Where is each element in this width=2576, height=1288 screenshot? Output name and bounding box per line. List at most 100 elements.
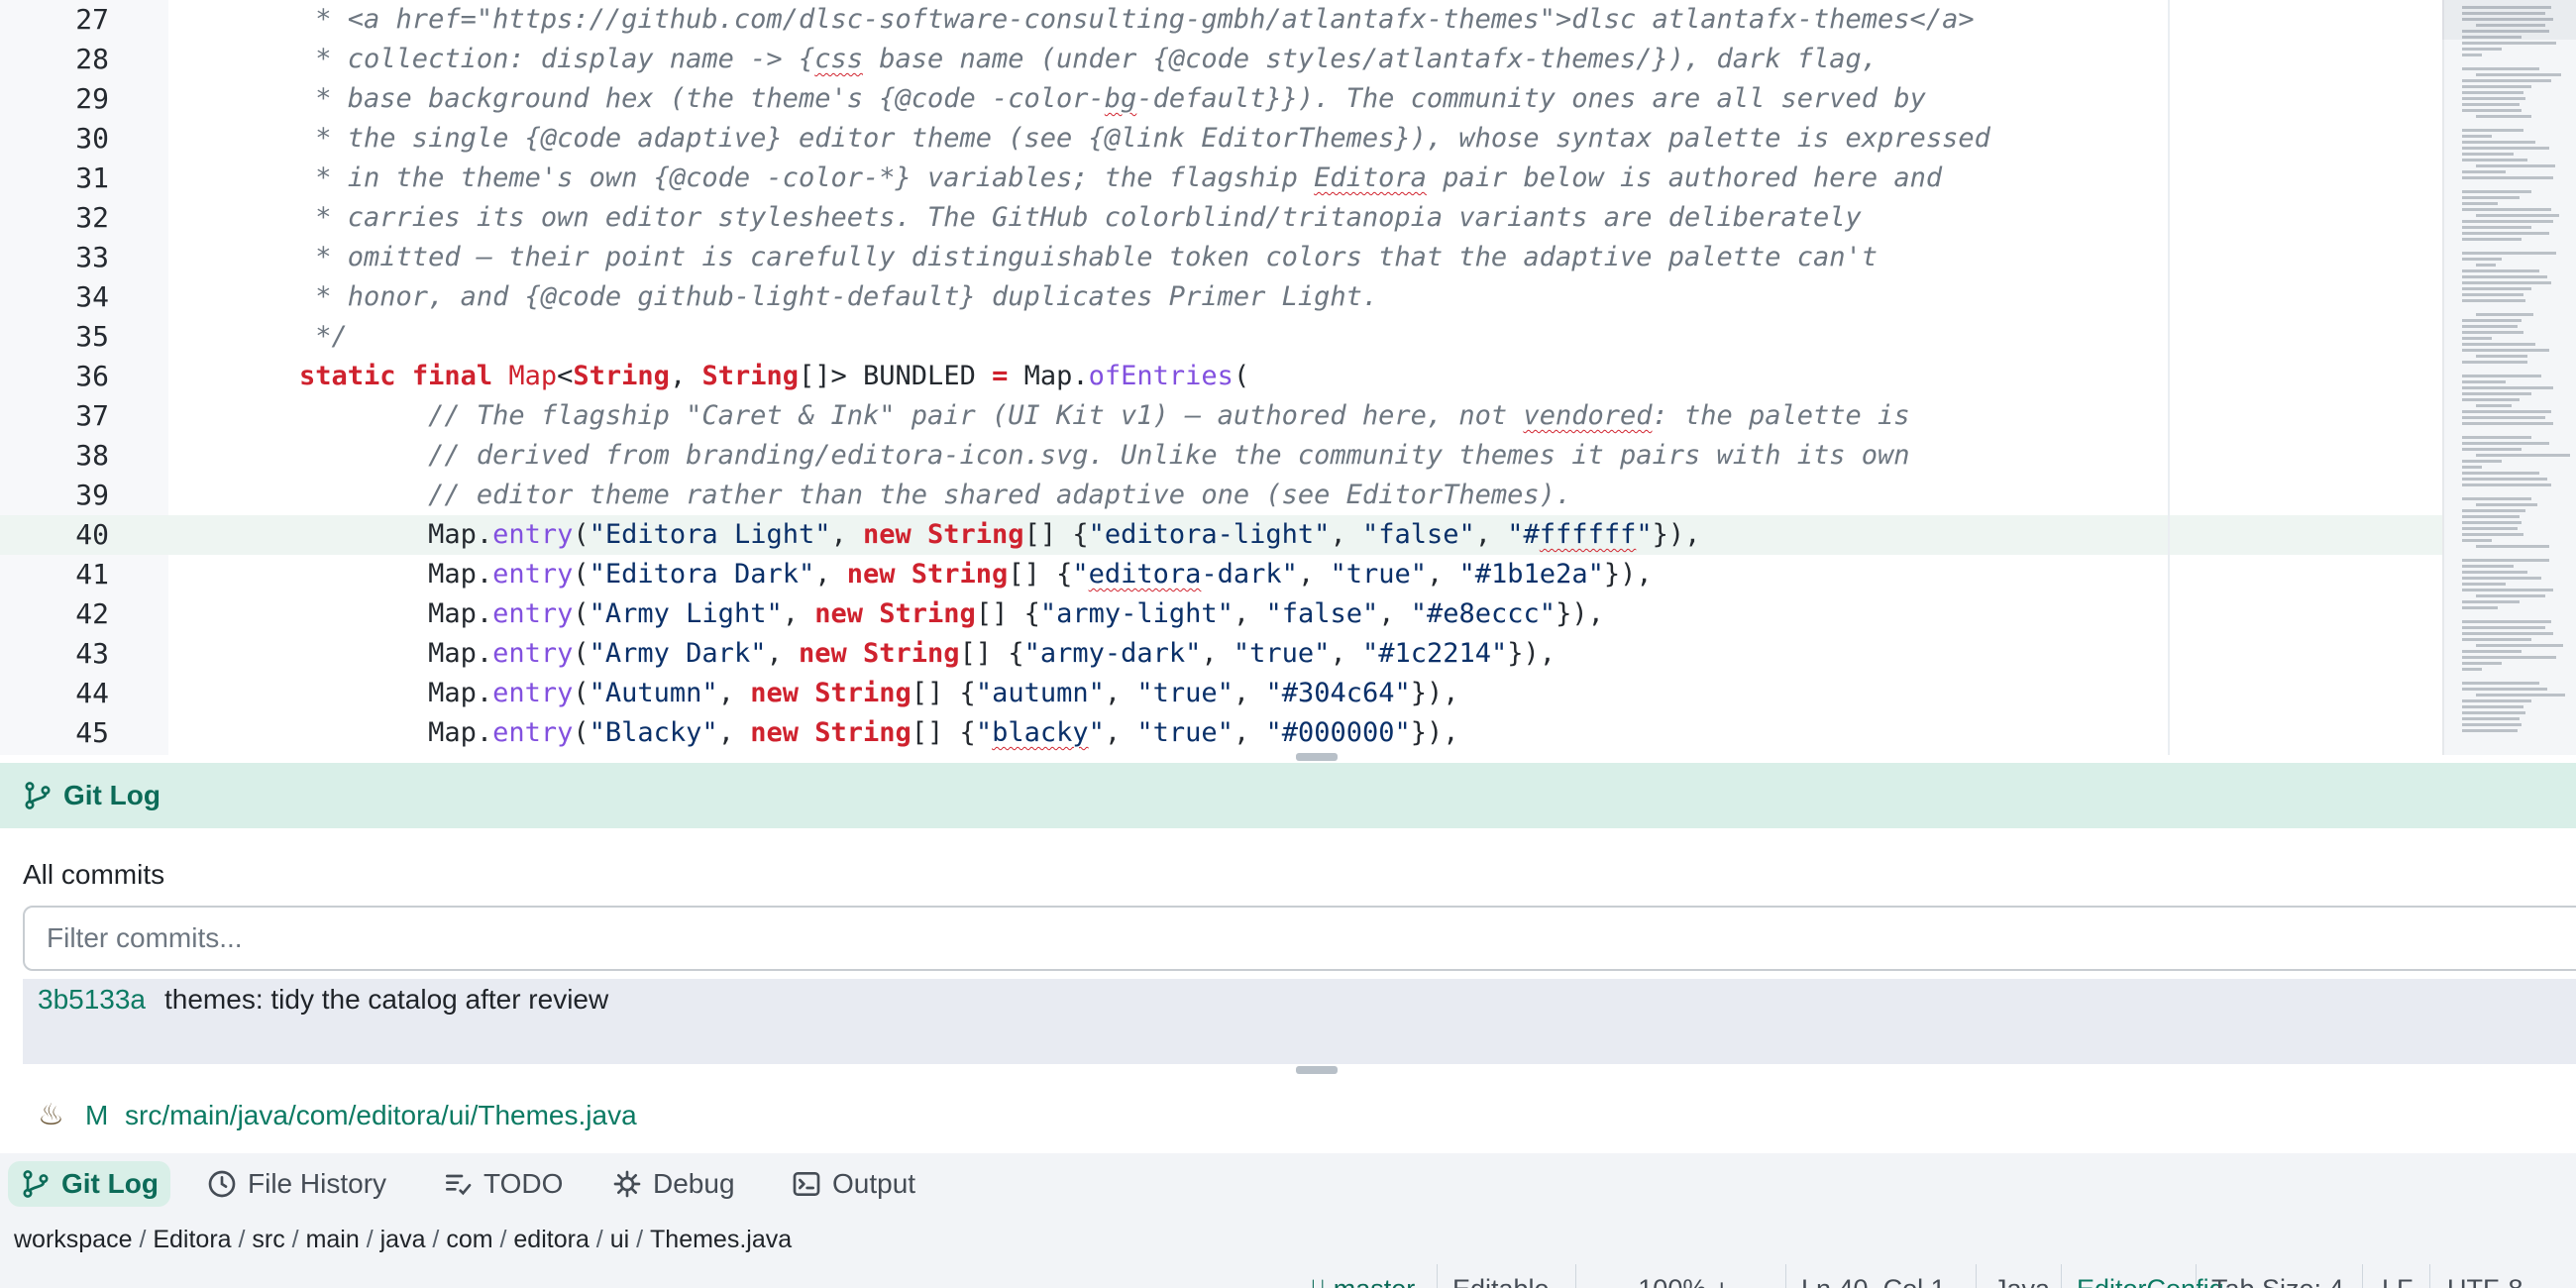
code-line[interactable]: 40 Map.entry("Editora Light", new String… xyxy=(0,515,2442,555)
breadcrumb-item-themes-java[interactable]: Themes.java xyxy=(650,1226,792,1254)
minimap-line xyxy=(2462,662,2502,665)
code-line[interactable]: 28 * collection: display name -> {css ba… xyxy=(0,40,2442,79)
code-line[interactable]: 36 static final Map<String, String[]> BU… xyxy=(0,357,2442,396)
minimap-line xyxy=(2462,460,2502,463)
caret-position[interactable]: Ln 40, Col 1 xyxy=(1801,1274,1946,1288)
code-token: "# xyxy=(1507,519,1540,550)
tab-label: File History xyxy=(248,1168,387,1199)
minimap-viewport-slider[interactable] xyxy=(2442,0,2576,40)
code-token: ( xyxy=(573,519,590,550)
commit-hash: 3b5133a xyxy=(38,984,147,1015)
tab-label: Output xyxy=(832,1168,916,1199)
tab-size-widget[interactable]: Tab Size: 4 xyxy=(2211,1274,2344,1288)
line-content: Map.entry("Editora Light", new String[] … xyxy=(235,515,1700,555)
code-line[interactable]: 39 // editor theme rather than the share… xyxy=(0,476,2442,515)
filter-commits-input[interactable] xyxy=(23,906,2576,971)
code-line[interactable]: 32 * carries its own editor stylesheets.… xyxy=(0,198,2442,238)
breadcrumb-item-com[interactable]: com xyxy=(446,1226,492,1254)
breadcrumb-separator: / xyxy=(284,1225,306,1253)
code-token: "autumn" xyxy=(975,678,1105,708)
editable-mode-widget[interactable]: Editable xyxy=(1452,1274,1550,1288)
editor-panel-resize-handle[interactable] xyxy=(1296,753,1338,761)
line-number: 38 xyxy=(75,439,109,472)
minimap-line xyxy=(2462,559,2549,562)
breadcrumb-item-ui[interactable]: ui xyxy=(610,1226,629,1254)
code-line[interactable]: 30 * the single {@code adaptive} editor … xyxy=(0,119,2442,159)
line-number: 27 xyxy=(75,3,109,36)
code-token: // derived from branding/editora-icon.sv… xyxy=(235,440,1910,471)
minimap[interactable] xyxy=(2442,0,2576,755)
code-token: " xyxy=(975,717,993,748)
minimap-line xyxy=(2462,472,2539,475)
code-token: ( xyxy=(573,559,590,590)
code-token: " xyxy=(1088,717,1105,748)
breadcrumb-item-editora[interactable]: Editora xyxy=(153,1226,231,1254)
status-separator xyxy=(2362,1264,2363,1288)
tab-git-log[interactable]: Git Log xyxy=(8,1161,170,1207)
code-token: Map. xyxy=(235,598,493,629)
editorconfig-widget[interactable]: EditorConfig xyxy=(2077,1274,2224,1288)
code-token: * carries its own editor stylesheets. Th… xyxy=(235,202,1862,233)
zoom-level: 100% xyxy=(1638,1274,1706,1288)
code-lines: 27 * <a href="https://github.com/dlsc-so… xyxy=(0,0,2442,753)
tab-todo[interactable]: TODO xyxy=(430,1161,575,1207)
code-line[interactable]: 33 * omitted — their point is carefully … xyxy=(0,238,2442,277)
code-token: Map. xyxy=(235,559,493,590)
language-mode[interactable]: Java xyxy=(1993,1274,2050,1288)
git-branch-widget[interactable]: ⑂ master xyxy=(1310,1274,1415,1288)
breadcrumb-item-java[interactable]: java xyxy=(380,1226,426,1254)
code-token: , xyxy=(1297,559,1331,590)
tab-file-history[interactable]: File History xyxy=(194,1161,398,1207)
minimap-line xyxy=(2462,91,2523,94)
code-line[interactable]: 44 Map.entry("Autumn", new String[] {"au… xyxy=(0,674,2442,713)
line-content: * in the theme's own {@code -color-*} va… xyxy=(235,159,1942,198)
code-line[interactable]: 29 * base background hex (the theme's {@… xyxy=(0,79,2442,119)
minimap-line xyxy=(2462,258,2502,261)
code-token: , xyxy=(1330,519,1362,550)
minimap-line xyxy=(2462,269,2539,272)
minimap-line xyxy=(2462,436,2531,439)
code-token: new xyxy=(846,559,912,590)
code-line[interactable]: 34 * honor, and {@code github-light-defa… xyxy=(0,277,2442,317)
breadcrumb-item-src[interactable]: src xyxy=(252,1226,284,1254)
zoom-widget[interactable]: − 100% + xyxy=(1615,1274,1730,1288)
code-line[interactable]: 45 Map.entry("Blacky", new String[] {"bl… xyxy=(0,713,2442,753)
minimap-line xyxy=(2462,398,2520,401)
line-number: 41 xyxy=(75,558,109,590)
code-line[interactable]: 41 Map.entry("Editora Dark", new String[… xyxy=(0,555,2442,594)
code-line[interactable]: 42 Map.entry("Army Light", new String[] … xyxy=(0,594,2442,634)
code-token: */ xyxy=(235,321,348,352)
code-line[interactable]: 38 // derived from branding/editora-icon… xyxy=(0,436,2442,476)
code-token: []> BUNDLED xyxy=(799,361,993,391)
changed-file-row[interactable]: ♨ M src/main/java/com/editora/ui/Themes.… xyxy=(0,1094,2576,1137)
code-token: "true" xyxy=(1136,678,1234,708)
tab-debug[interactable]: Debug xyxy=(599,1161,747,1207)
encoding-widget[interactable]: UTF-8 xyxy=(2447,1274,2523,1288)
code-line[interactable]: 27 * <a href="https://github.com/dlsc-so… xyxy=(0,0,2442,40)
breadcrumb-item-editora-pkg[interactable]: editora xyxy=(513,1226,589,1254)
line-ending-widget[interactable]: LF xyxy=(2382,1274,2414,1288)
breadcrumb-item-main[interactable]: main xyxy=(306,1226,360,1254)
code-token: [] { xyxy=(1023,519,1089,550)
code-line[interactable]: 43 Map.entry("Army Dark", new String[] {… xyxy=(0,634,2442,674)
minimap-line xyxy=(2462,299,2525,302)
code-line[interactable]: 37 // The flagship "Caret & Ink" pair (U… xyxy=(0,396,2442,436)
line-number: 33 xyxy=(75,241,109,273)
code-token: , xyxy=(1378,598,1411,629)
line-number: 37 xyxy=(75,399,109,432)
code-token: , xyxy=(1474,519,1508,550)
breadcrumb-separator: / xyxy=(629,1225,651,1253)
commit-details-resize-handle[interactable] xyxy=(1296,1066,1338,1074)
code-token: "army-dark" xyxy=(1023,638,1202,669)
code-editor[interactable]: 27 * <a href="https://github.com/dlsc-so… xyxy=(0,0,2576,755)
tab-output[interactable]: Output xyxy=(779,1161,927,1207)
minimap-line xyxy=(2462,442,2549,445)
code-line[interactable]: 31 * in the theme's own {@code -color-*}… xyxy=(0,159,2442,198)
status-separator xyxy=(1575,1264,1576,1288)
code-token: ( xyxy=(573,598,590,629)
code-token: "#e8eccc" xyxy=(1410,598,1556,629)
code-line[interactable]: 35 */ xyxy=(0,317,2442,357)
commit-row[interactable]: 3b5133a themes: tidy the catalog after r… xyxy=(23,979,2576,1064)
breadcrumb-item-workspace[interactable]: workspace xyxy=(14,1226,133,1254)
minimap-line xyxy=(2462,533,2523,536)
